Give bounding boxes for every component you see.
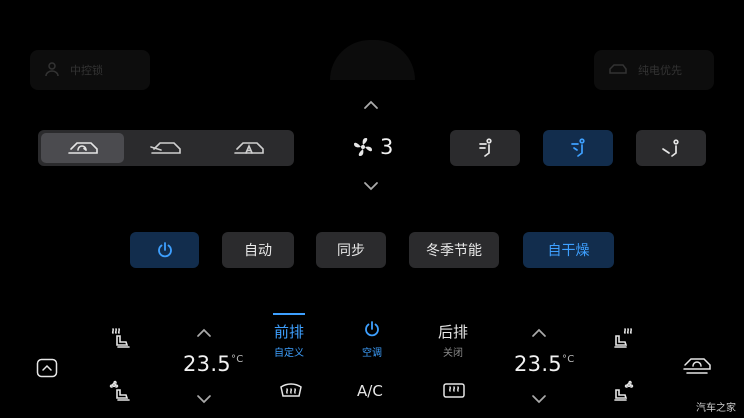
left-seat-heat-button[interactable]: [109, 327, 133, 351]
seat-heat-icon: [611, 327, 635, 351]
tab-rear[interactable]: 后排 关闭: [436, 321, 470, 359]
left-temperature: 23.5°C: [183, 352, 244, 376]
air-source-recirculation[interactable]: [41, 133, 125, 163]
fresh-air-car-icon: [149, 139, 183, 157]
left-temperature-value: 23.5: [183, 352, 231, 376]
rear-tab-sub: 关闭: [443, 348, 463, 359]
left-seat-vent-button[interactable]: [109, 380, 133, 404]
air-source-auto[interactable]: [208, 133, 291, 163]
ac-power-toggle[interactable]: 空调: [358, 320, 386, 359]
airflow-feet-button[interactable]: [636, 130, 706, 166]
seat-face-airflow-icon: [474, 138, 496, 158]
winter-eco-label: 冬季节能: [426, 243, 482, 259]
top-arc-decoration: [330, 40, 415, 80]
central-lock-label: 中控锁: [70, 64, 103, 77]
car-airflow-button[interactable]: [681, 355, 713, 377]
car-airflow-icon: [681, 355, 713, 377]
rear-defrost-button[interactable]: [442, 381, 466, 401]
seat-ventilation-icon: [611, 380, 635, 404]
watermark: 汽车之家: [696, 403, 736, 414]
ac-power-icon: [363, 320, 381, 338]
airflow-face-feet-button[interactable]: [543, 130, 613, 166]
seat-feet-airflow-icon: [659, 138, 683, 158]
seat-face-feet-airflow-icon: [567, 138, 589, 158]
fan-down-button[interactable]: [362, 180, 380, 192]
auto-air-car-icon: [232, 139, 266, 157]
power-button[interactable]: [130, 232, 199, 268]
ac-label: A/C: [357, 382, 383, 400]
airflow-face-button[interactable]: [450, 130, 520, 166]
central-lock-hint: 中控锁: [30, 50, 150, 90]
front-defrost-button[interactable]: [279, 381, 303, 401]
rear-tab-title: 后排: [437, 323, 468, 341]
front-tab-sub: 自定义: [274, 348, 304, 359]
fan-up-button[interactable]: [362, 99, 380, 111]
fan-icon: [352, 136, 374, 158]
right-seat-vent-button[interactable]: [611, 380, 635, 404]
left-temp-down-button[interactable]: [196, 394, 212, 404]
right-temperature-unit: °C: [561, 354, 575, 365]
ev-priority-label: 纯电优先: [638, 64, 682, 77]
auto-mode-label: 自动: [244, 243, 272, 259]
right-temperature-value: 23.5: [514, 352, 562, 376]
person-icon: [44, 61, 60, 80]
right-temperature: 23.5°C: [514, 352, 575, 376]
front-tab-indicator: [273, 313, 305, 315]
ac-power-label: 空调: [362, 348, 382, 359]
car-icon: [608, 62, 628, 79]
right-seat-heat-button[interactable]: [611, 327, 635, 351]
self-dry-label: 自干燥: [547, 243, 590, 259]
left-temp-up-button[interactable]: [196, 328, 212, 338]
chevron-up-box-icon: [36, 358, 58, 378]
recirculation-car-icon: [66, 139, 100, 157]
winter-eco-button[interactable]: 冬季节能: [409, 232, 499, 268]
right-temp-up-button[interactable]: [531, 328, 547, 338]
seat-heat-icon: [109, 327, 133, 351]
fan-level: 3: [380, 135, 394, 159]
seat-ventilation-icon: [109, 380, 133, 404]
front-tab-title: 前排: [273, 323, 304, 341]
front-defrost-icon: [279, 381, 303, 401]
power-icon: [156, 241, 174, 259]
self-dry-button[interactable]: 自干燥: [523, 232, 614, 268]
fan-speed-display: 3: [352, 135, 393, 159]
rear-defrost-icon: [442, 381, 466, 401]
sync-label: 同步: [337, 243, 365, 259]
expand-button[interactable]: [36, 358, 58, 378]
air-source-fresh[interactable]: [124, 133, 207, 163]
tab-front[interactable]: 前排 自定义: [272, 321, 306, 359]
sync-button[interactable]: 同步: [316, 232, 386, 268]
ev-priority-hint: 纯电优先: [594, 50, 714, 90]
auto-mode-button[interactable]: 自动: [222, 232, 294, 268]
ac-button[interactable]: A/C: [357, 382, 383, 400]
left-temperature-unit: °C: [230, 354, 244, 365]
air-source-selector: [38, 130, 294, 166]
right-temp-down-button[interactable]: [531, 394, 547, 404]
